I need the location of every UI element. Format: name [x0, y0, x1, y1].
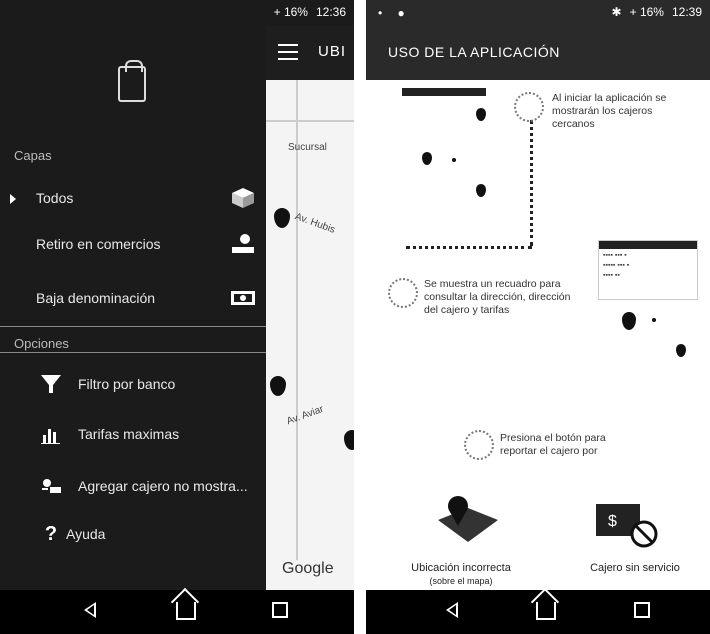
back-icon[interactable] — [84, 602, 96, 618]
hint-touch-icon — [388, 278, 418, 308]
google-logo: Google — [282, 560, 334, 577]
right-screen: • ● ✱ + 16% 12:39 USO DE LA APLICACIÓN A… — [366, 0, 710, 634]
divider — [0, 326, 266, 327]
divider — [0, 352, 266, 353]
home-icon[interactable] — [176, 602, 196, 620]
bluetooth-icon: ✱ — [611, 5, 622, 19]
action-sublabel: (sobre el mapa) — [429, 576, 493, 586]
map-label: Sucursal — [288, 142, 327, 153]
atm-pin-icon[interactable] — [344, 430, 354, 450]
layer-item-todos[interactable]: Todos — [0, 178, 266, 218]
option-agregar-cajero[interactable]: Agregar cajero no mostra... — [0, 466, 266, 506]
map-label: Av. Hubis — [293, 211, 337, 236]
question-icon: ? — [44, 523, 58, 545]
mini-pin-icon — [476, 184, 486, 197]
layer-item-baja[interactable]: Baja denominación — [0, 278, 266, 318]
navigation-bar — [0, 590, 354, 634]
layer-item-retiro[interactable]: Retiro en comercios — [0, 224, 266, 264]
mini-dot — [452, 158, 456, 162]
option-label: Ayuda — [66, 526, 106, 542]
map-pin-icon[interactable] — [428, 490, 508, 550]
option-label: Filtro por banco — [78, 376, 176, 392]
home-icon[interactable] — [536, 602, 556, 620]
layer-label: Todos — [36, 190, 74, 206]
option-filtro-banco[interactable]: Filtro por banco — [0, 364, 266, 404]
option-label: Tarifas maximas — [78, 426, 180, 442]
clock: 12:39 — [671, 5, 702, 19]
recent-apps-icon[interactable] — [634, 602, 650, 618]
cube-icon — [232, 188, 254, 208]
option-ayuda[interactable]: ? Ayuda — [0, 514, 266, 554]
left-screen: UBI Sucursal Av. Hubis Av. Aviar Google … — [0, 0, 360, 634]
status-bar: • ● ✱ + 16% 12:39 — [366, 0, 710, 26]
map-view[interactable]: Sucursal Av. Hubis Av. Aviar — [266, 80, 354, 590]
mini-pin-icon — [676, 344, 686, 357]
mini-pin-icon — [622, 312, 636, 330]
layer-label: Baja denominación — [36, 290, 156, 306]
hint-text-3: Presiona el botón para reportar el cajer… — [500, 432, 606, 457]
atm-pin-icon[interactable] — [270, 376, 286, 396]
add-atm-icon — [42, 479, 61, 493]
mini-pin-icon — [422, 152, 432, 165]
layer-label: Retiro en comercios — [36, 236, 161, 252]
hint-text-2: Se muestra un recuadro para consultar la… — [424, 278, 571, 316]
clock: 12:36 — [315, 5, 346, 19]
funnel-icon — [41, 375, 61, 393]
option-label: Agregar cajero no mostra... — [78, 478, 248, 494]
help-app-bar: • ● ✱ + 16% 12:39 USO DE LA APLICACIÓN — [366, 0, 710, 80]
map-label: Av. Aviar — [285, 403, 326, 428]
map-title: UBI — [318, 43, 347, 60]
hint-touch-icon — [514, 92, 544, 122]
back-icon[interactable] — [446, 602, 458, 618]
mini-pin-icon — [476, 108, 486, 121]
navigation-drawer: Capas Todos Retiro en comercios Baja den… — [0, 0, 266, 590]
mini-info-card: ▪▪▪▪ ▪▪▪ ▪ ▪▪▪▪▪ ▪▪▪ ▪ ▪▪▪▪ ▪▪ — [598, 240, 698, 300]
map-road — [266, 120, 354, 122]
atm-logo-icon — [118, 60, 146, 102]
svg-text:$: $ — [608, 513, 617, 530]
navigation-bar — [366, 590, 710, 634]
atm-pin-icon[interactable] — [274, 208, 290, 228]
hand-money-icon — [232, 234, 254, 253]
notification-icons: • ● — [378, 6, 411, 20]
hint-touch-icon — [464, 430, 494, 460]
action-label[interactable]: Ubicación incorrecta — [396, 562, 526, 574]
action-label[interactable]: Cajero sin servicio — [570, 562, 700, 574]
recent-apps-icon[interactable] — [272, 602, 288, 618]
option-tarifas[interactable]: Tarifas maximas — [0, 414, 266, 454]
bar-chart-icon — [41, 429, 60, 444]
section-options: Opciones — [14, 336, 69, 351]
mini-toolbar — [402, 88, 486, 96]
battery-label: + 16% — [273, 5, 308, 19]
map-app-bar: UBI — [266, 26, 354, 80]
dotted-guide — [406, 246, 532, 249]
hint-text-1: Al iniciar la aplicación se mostrarán lo… — [552, 92, 667, 130]
atm-blocked-icon[interactable]: $ — [594, 498, 662, 550]
banknote-icon — [231, 291, 255, 305]
dotted-guide — [530, 120, 533, 246]
battery-label: + 16% — [629, 5, 664, 19]
page-title: USO DE LA APLICACIÓN — [388, 44, 560, 60]
section-layers: Capas — [14, 148, 52, 163]
mini-dot — [652, 318, 656, 322]
hamburger-menu-icon[interactable] — [278, 44, 298, 60]
